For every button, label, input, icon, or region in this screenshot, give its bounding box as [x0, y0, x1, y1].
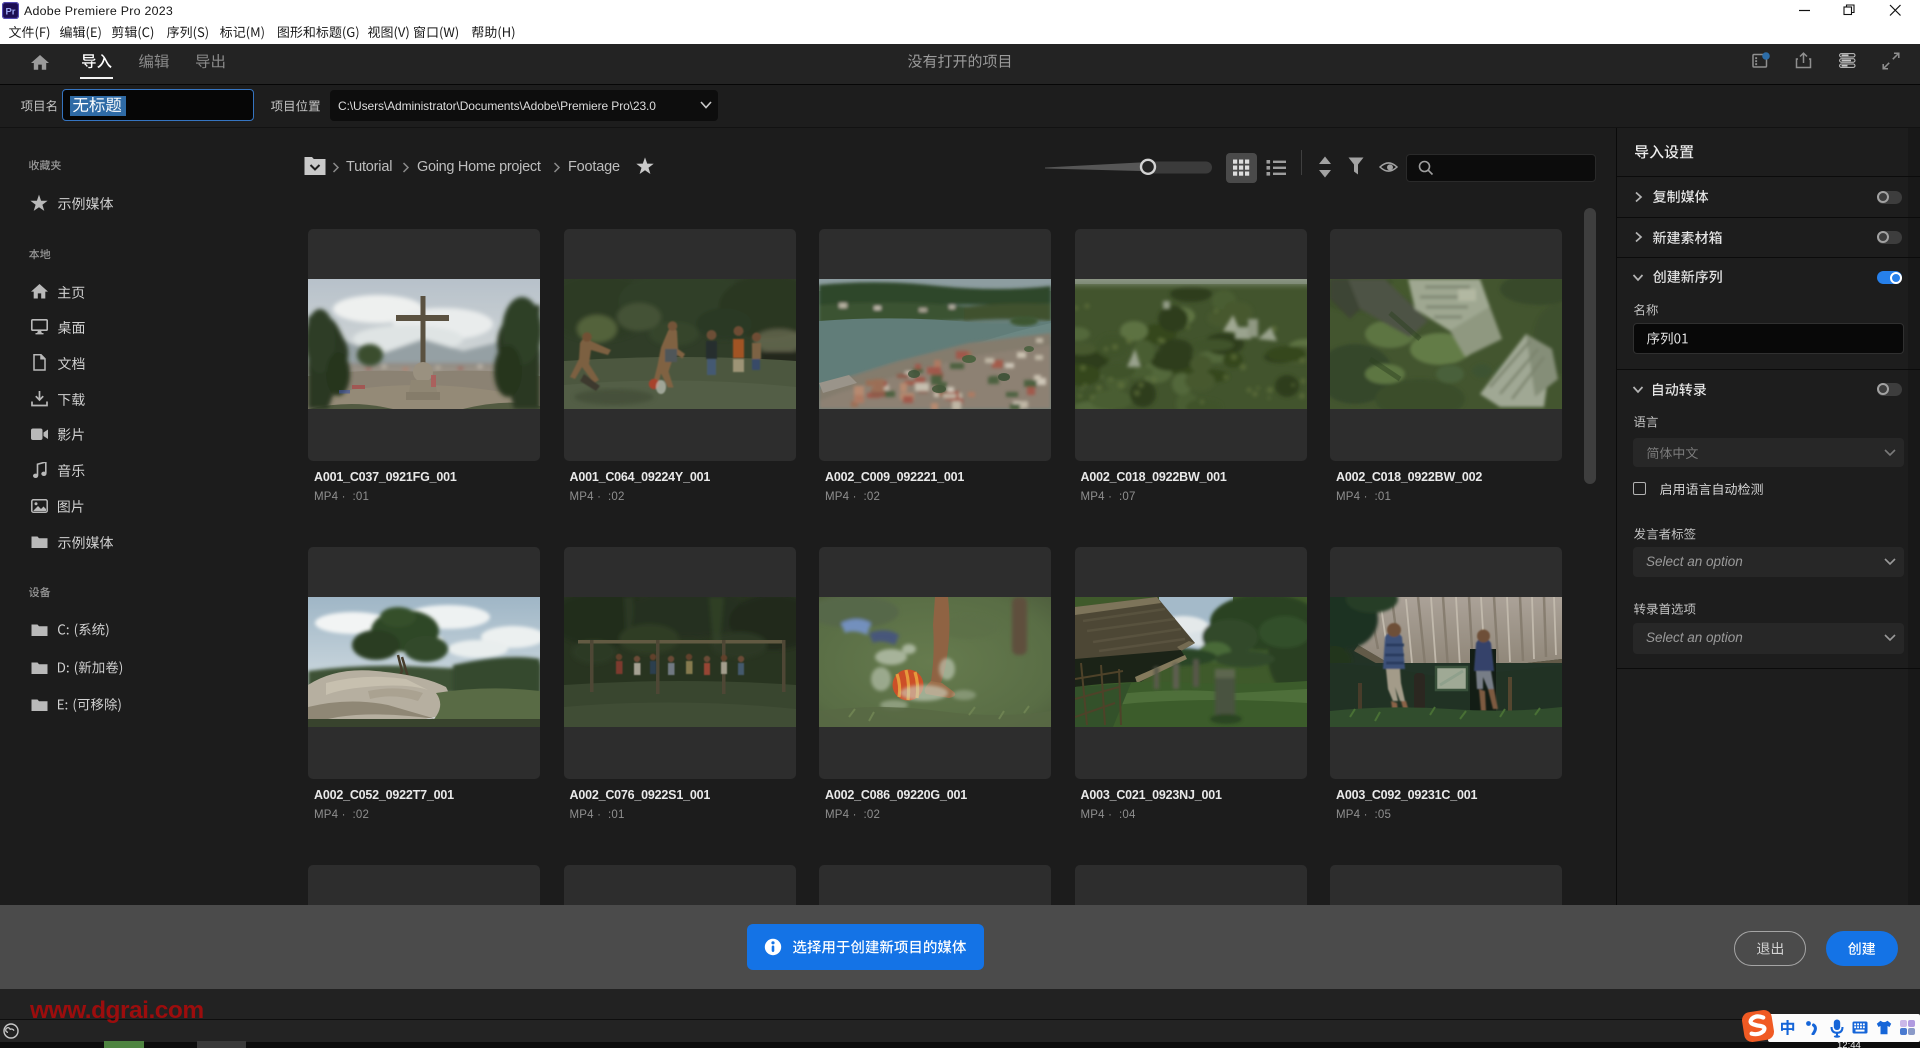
- svg-text:Pr: Pr: [5, 6, 15, 17]
